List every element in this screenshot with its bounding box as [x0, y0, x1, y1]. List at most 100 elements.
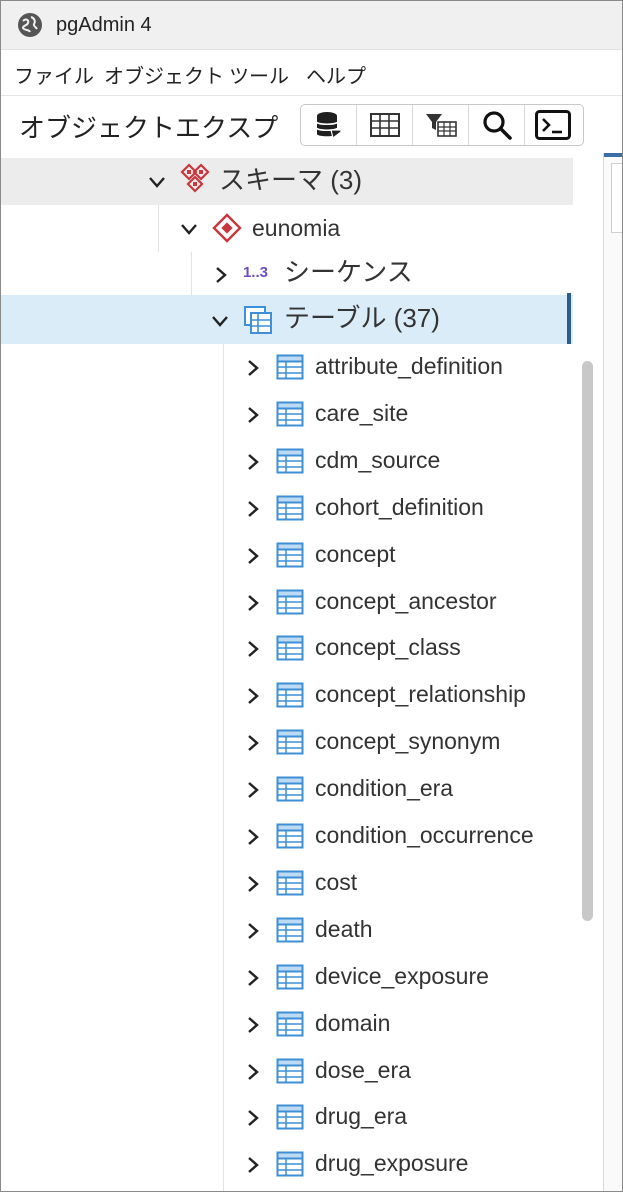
- table-row[interactable]: concept_ancestor: [1, 579, 573, 626]
- table-name: cost: [315, 869, 358, 895]
- sequence-icon: 1..3: [243, 264, 269, 281]
- table-row[interactable]: domain: [1, 1001, 573, 1048]
- chevron-right-icon[interactable]: [243, 1155, 263, 1175]
- table-icon: [276, 1058, 304, 1084]
- table-icon: [276, 682, 304, 708]
- menu-object[interactable]: オブジェクト: [104, 60, 224, 89]
- table-icon: [276, 870, 304, 896]
- tree-scrollbar-thumb[interactable]: [582, 361, 593, 921]
- menu-help[interactable]: ヘルプ: [306, 60, 366, 89]
- tree-node-tables[interactable]: テーブル (37): [1, 295, 573, 344]
- table-row[interactable]: cdm_source: [1, 438, 573, 485]
- chevron-right-icon[interactable]: [211, 265, 231, 285]
- table-row[interactable]: cost: [1, 860, 573, 907]
- table-icon: [276, 729, 304, 755]
- table-icon: [276, 823, 304, 849]
- explorer-toolbar: オブジェクトエクスプ: [1, 96, 622, 158]
- table-icon: [276, 1011, 304, 1037]
- sequences-label: シーケンス: [284, 257, 413, 287]
- app-title: pgAdmin 4: [56, 14, 152, 36]
- table-row[interactable]: care_site: [1, 391, 573, 438]
- search-icon: [482, 111, 512, 140]
- table-name: concept_ancestor: [315, 588, 497, 614]
- object-tree: スキーマ (3) eunomia 1..3 シーケンス テーブル (37) at…: [1, 158, 601, 1191]
- chevron-right-icon[interactable]: [243, 686, 263, 706]
- table-row[interactable]: drug_era: [1, 1094, 573, 1141]
- chevron-right-icon[interactable]: [243, 639, 263, 659]
- query-tool-button[interactable]: [301, 105, 357, 145]
- chevron-right-icon[interactable]: [243, 733, 263, 753]
- table-name: concept: [315, 541, 396, 567]
- table-row[interactable]: condition_occurrence: [1, 813, 573, 860]
- table-icon: [276, 776, 304, 802]
- table-name: cohort_definition: [315, 494, 484, 520]
- object-explorer-title: オブジェクトエクスプ: [19, 113, 279, 143]
- schemas-label: スキーマ (3): [219, 165, 363, 195]
- chevron-right-icon[interactable]: [243, 968, 263, 988]
- table-row[interactable]: attribute_definition: [1, 344, 573, 391]
- filtered-rows-button[interactable]: [413, 105, 469, 145]
- chevron-right-icon[interactable]: [243, 827, 263, 847]
- table-icon: [276, 917, 304, 943]
- chevron-right-icon[interactable]: [243, 874, 263, 894]
- table-name: drug_exposure: [315, 1150, 469, 1176]
- table-icon: [276, 401, 304, 427]
- chevron-right-icon[interactable]: [243, 1015, 263, 1035]
- table-name: condition_occurrence: [315, 822, 534, 848]
- database-query-icon: [315, 112, 342, 140]
- menu-file[interactable]: ファイル: [14, 60, 94, 89]
- table-name: care_site: [315, 400, 409, 426]
- terminal-icon: [535, 110, 571, 140]
- right-pane-edge: [603, 153, 622, 1191]
- table-row[interactable]: concept_class: [1, 625, 573, 672]
- chevron-down-icon[interactable]: [147, 172, 167, 192]
- table-row[interactable]: concept: [1, 532, 573, 579]
- table-row[interactable]: dose_era: [1, 1048, 573, 1095]
- table-name: drug_era: [315, 1103, 408, 1129]
- table-row[interactable]: condition_era: [1, 766, 573, 813]
- chevron-down-icon[interactable]: [179, 219, 199, 239]
- pgadmin-globe-icon: [18, 13, 42, 37]
- explorer-tool-group: [300, 104, 584, 146]
- tree-node-schemas[interactable]: スキーマ (3): [1, 158, 573, 205]
- tree-node-schema-eunomia[interactable]: eunomia: [1, 205, 573, 252]
- chevron-right-icon[interactable]: [243, 593, 263, 613]
- chevron-right-icon[interactable]: [243, 1108, 263, 1128]
- table-row[interactable]: drug_exposure: [1, 1141, 573, 1188]
- table-row[interactable]: device_exposure: [1, 954, 573, 1001]
- chevron-right-icon[interactable]: [243, 780, 263, 800]
- table-row[interactable]: concept_relationship: [1, 672, 573, 719]
- chevron-right-icon[interactable]: [243, 1062, 263, 1082]
- table-icon: [276, 1151, 304, 1177]
- chevron-right-icon[interactable]: [243, 452, 263, 472]
- table-name: cdm_source: [315, 447, 441, 473]
- search-objects-button[interactable]: [469, 105, 525, 145]
- table-row[interactable]: cohort_definition: [1, 485, 573, 532]
- chevron-right-icon[interactable]: [243, 405, 263, 425]
- psql-tool-button[interactable]: [525, 105, 581, 145]
- tables-label: テーブル (37): [284, 303, 440, 333]
- chevron-right-icon[interactable]: [243, 358, 263, 378]
- table-name: concept_synonym: [315, 728, 501, 754]
- table-icon: [276, 589, 304, 615]
- schemas-icon: [180, 163, 210, 193]
- table-name: concept_relationship: [315, 681, 526, 707]
- table-grid-icon: [369, 113, 400, 137]
- chevron-right-icon[interactable]: [243, 921, 263, 941]
- table-icon: [276, 542, 304, 568]
- table-name: concept_class: [315, 634, 461, 660]
- table-name: device_exposure: [315, 963, 489, 989]
- right-pane-tab[interactable]: [611, 163, 622, 233]
- chevron-right-icon[interactable]: [243, 546, 263, 566]
- table-row[interactable]: death: [1, 907, 573, 954]
- table-row[interactable]: concept_synonym: [1, 719, 573, 766]
- table-name: condition_era: [315, 775, 454, 801]
- chevron-right-icon[interactable]: [243, 499, 263, 519]
- table-name: dose_era: [315, 1057, 411, 1083]
- view-data-button[interactable]: [357, 105, 413, 145]
- chevron-down-icon[interactable]: [210, 311, 230, 331]
- table-name: domain: [315, 1010, 391, 1036]
- tree-node-sequences[interactable]: 1..3 シーケンス: [1, 252, 573, 299]
- table-icon: [276, 495, 304, 521]
- menu-tools[interactable]: ツール: [229, 60, 289, 89]
